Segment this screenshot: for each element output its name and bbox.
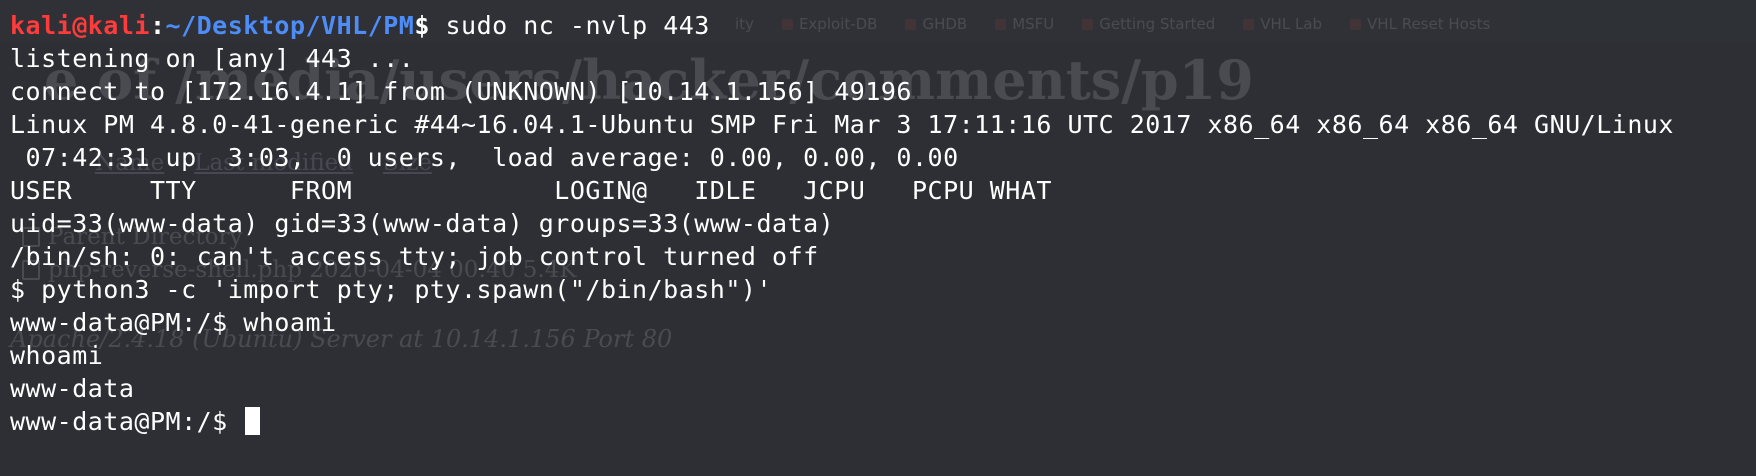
current-prompt: www-data@PM:/$ [10, 407, 244, 436]
output-line: listening on [any] 443 ... [10, 44, 415, 73]
terminal-cursor[interactable] [245, 407, 261, 435]
prompt-separator: : [149, 11, 166, 40]
current-prompt-line[interactable]: www-data@PM:/$ [10, 405, 1746, 438]
command-text: sudo nc -nvlp 443 [445, 11, 710, 40]
terminal-window[interactable]: ity Exploit-DB GHDB MSFU Getting Started… [0, 0, 1756, 476]
output-line: www-data [10, 374, 135, 403]
output-line: Linux PM 4.8.0-41-generic #44~16.04.1-Ub… [10, 110, 1674, 139]
output-line: 07:42:31 up 3:03, 0 users, load average:… [10, 143, 959, 172]
command-separator [430, 11, 446, 40]
prompt-line: kali@kali:~/Desktop/VHL/PM$ sudo nc -nvl… [10, 9, 1746, 42]
output-line: $ python3 -c 'import pty; pty.spawn("/bi… [10, 275, 773, 304]
output-line: uid=33(www-data) gid=33(www-data) groups… [10, 209, 835, 238]
output-line: whoami [10, 341, 104, 370]
prompt-user-host: kali@kali [10, 11, 150, 40]
output-line: /bin/sh: 0: can't access tty; job contro… [10, 242, 819, 271]
prompt-path: ~/Desktop/VHL/PM [165, 11, 415, 40]
output-line: www-data@PM:/$ whoami [10, 308, 337, 337]
output-line: connect to [172.16.4.1] from (UNKNOWN) [… [10, 77, 912, 106]
terminal-output[interactable]: kali@kali:~/Desktop/VHL/PM$ sudo nc -nvl… [10, 9, 1746, 438]
prompt-symbol: $ [414, 11, 430, 40]
output-line: USER TTY FROM LOGIN@ IDLE JCPU PCPU WHAT [10, 176, 1052, 205]
